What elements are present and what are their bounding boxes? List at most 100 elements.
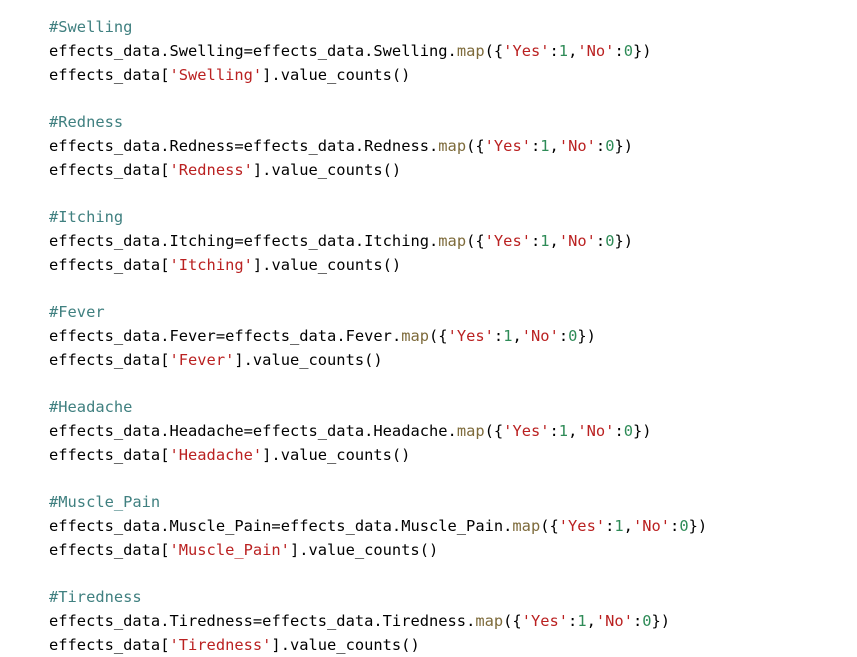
column-name: Itching: [169, 231, 235, 250]
column-string: 'Itching': [169, 255, 253, 274]
value-counts-method: value_counts: [280, 445, 392, 464]
column-name: Fever: [345, 326, 392, 345]
map-assignment-line: effects_data.Swelling=effects_data.Swell…: [49, 41, 652, 60]
map-method: map: [401, 326, 430, 345]
value-counts-line: effects_data['Fever'].value_counts(): [49, 350, 383, 369]
number-one: 1: [614, 516, 624, 535]
number-zero: 0: [623, 421, 633, 440]
yes-string: 'Yes': [521, 611, 569, 630]
column-string: 'Muscle_Pain': [169, 540, 290, 559]
variable-name: effects_data: [262, 611, 374, 630]
map-method: map: [438, 231, 467, 250]
number-zero: 0: [642, 611, 652, 630]
yes-string: 'Yes': [484, 231, 531, 250]
column-name: Swelling: [373, 41, 448, 60]
yes-string: 'Yes': [484, 136, 531, 155]
column-name: Swelling: [169, 41, 244, 60]
number-one: 1: [540, 136, 550, 155]
column-name: Redness: [169, 136, 235, 155]
number-zero: 0: [568, 326, 578, 345]
map-assignment-line: effects_data.Fever=effects_data.Fever.ma…: [49, 326, 596, 345]
number-zero: 0: [623, 41, 633, 60]
column-name: Redness: [364, 136, 429, 155]
no-string: 'No': [521, 326, 559, 345]
variable-name: effects_data: [49, 350, 161, 369]
value-counts-line: effects_data['Swelling'].value_counts(): [49, 65, 411, 84]
variable-name: effects_data: [252, 41, 365, 60]
map-assignment-line: effects_data.Itching=effects_data.Itchin…: [49, 231, 634, 250]
map-method: map: [475, 611, 504, 630]
column-string: 'Redness': [169, 160, 253, 179]
map-method: map: [438, 136, 467, 155]
comment-line: #Fever: [49, 301, 707, 325]
number-zero: 0: [679, 516, 689, 535]
value-counts-method: value_counts: [280, 65, 392, 84]
value-counts-line: effects_data['Tiredness'].value_counts(): [49, 635, 420, 654]
no-string: 'No': [577, 41, 615, 60]
variable-name: effects_data: [49, 540, 161, 559]
variable-name: effects_data: [49, 41, 161, 60]
variable-name: effects_data: [280, 516, 392, 535]
number-one: 1: [558, 421, 569, 440]
column-name: Tiredness: [382, 611, 467, 630]
number-zero: 0: [605, 136, 615, 155]
value-counts-line: effects_data['Headache'].value_counts(): [49, 445, 411, 464]
code-comment: #Fever: [49, 303, 105, 321]
column-string: 'Fever': [169, 350, 235, 369]
value-counts-method: value_counts: [289, 635, 402, 654]
column-string: 'Swelling': [169, 65, 263, 84]
code-comment: #Swelling: [49, 18, 133, 36]
map-method: map: [512, 516, 541, 535]
number-one: 1: [540, 231, 550, 250]
code-cell: #Swelling effects_data.Swelling=effects_d…: [0, 0, 857, 657]
value-counts-line: effects_data['Muscle_Pain'].value_counts…: [49, 540, 439, 559]
map-method: map: [456, 421, 485, 440]
code-comment: #Itching: [49, 208, 124, 226]
yes-string: 'Yes': [447, 326, 494, 345]
column-string: 'Tiredness': [169, 635, 272, 654]
column-name: Itching: [364, 231, 429, 250]
variable-name: effects_data: [49, 255, 161, 274]
column-name: Muscle_Pain: [169, 516, 272, 535]
variable-name: effects_data: [49, 516, 161, 535]
value-counts-method: value_counts: [271, 255, 383, 274]
value-counts-method: value_counts: [308, 540, 420, 559]
column-string: 'Headache': [169, 445, 263, 464]
comment-line: #Redness: [49, 111, 707, 135]
no-string: 'No': [577, 421, 615, 440]
value-counts-method: value_counts: [252, 350, 365, 369]
comment-line: #Headache: [49, 396, 707, 420]
yes-string: 'Yes': [558, 516, 606, 535]
number-one: 1: [558, 41, 569, 60]
code-comment: #Redness: [49, 113, 124, 131]
map-assignment-line: effects_data.Redness=effects_data.Rednes…: [49, 136, 634, 155]
variable-name: effects_data: [49, 445, 161, 464]
column-name: Muscle_Pain: [401, 516, 504, 535]
no-string: 'No': [558, 231, 596, 250]
value-counts-line: effects_data['Itching'].value_counts(): [49, 255, 402, 274]
map-method: map: [456, 41, 485, 60]
column-name: Fever: [169, 326, 216, 345]
value-counts-line: effects_data['Redness'].value_counts(): [49, 160, 402, 179]
map-assignment-line: effects_data.Headache=effects_data.Heada…: [49, 421, 652, 440]
variable-name: effects_data: [49, 136, 161, 155]
column-name: Headache: [169, 421, 244, 440]
variable-name: effects_data: [49, 326, 161, 345]
map-assignment-line: effects_data.Tiredness=effects_data.Tire…: [49, 611, 671, 630]
map-assignment-line: effects_data.Muscle_Pain=effects_data.Mu…: [49, 516, 708, 535]
comment-line: #Itching: [49, 206, 707, 230]
comment-line: #Muscle_Pain: [49, 491, 707, 515]
no-string: 'No': [595, 611, 633, 630]
variable-name: effects_data: [243, 231, 355, 250]
no-string: 'No': [632, 516, 671, 535]
value-counts-method: value_counts: [271, 160, 383, 179]
variable-name: effects_data: [252, 421, 365, 440]
variable-name: effects_data: [49, 635, 161, 654]
comment-line: #Tiredness: [49, 586, 707, 610]
